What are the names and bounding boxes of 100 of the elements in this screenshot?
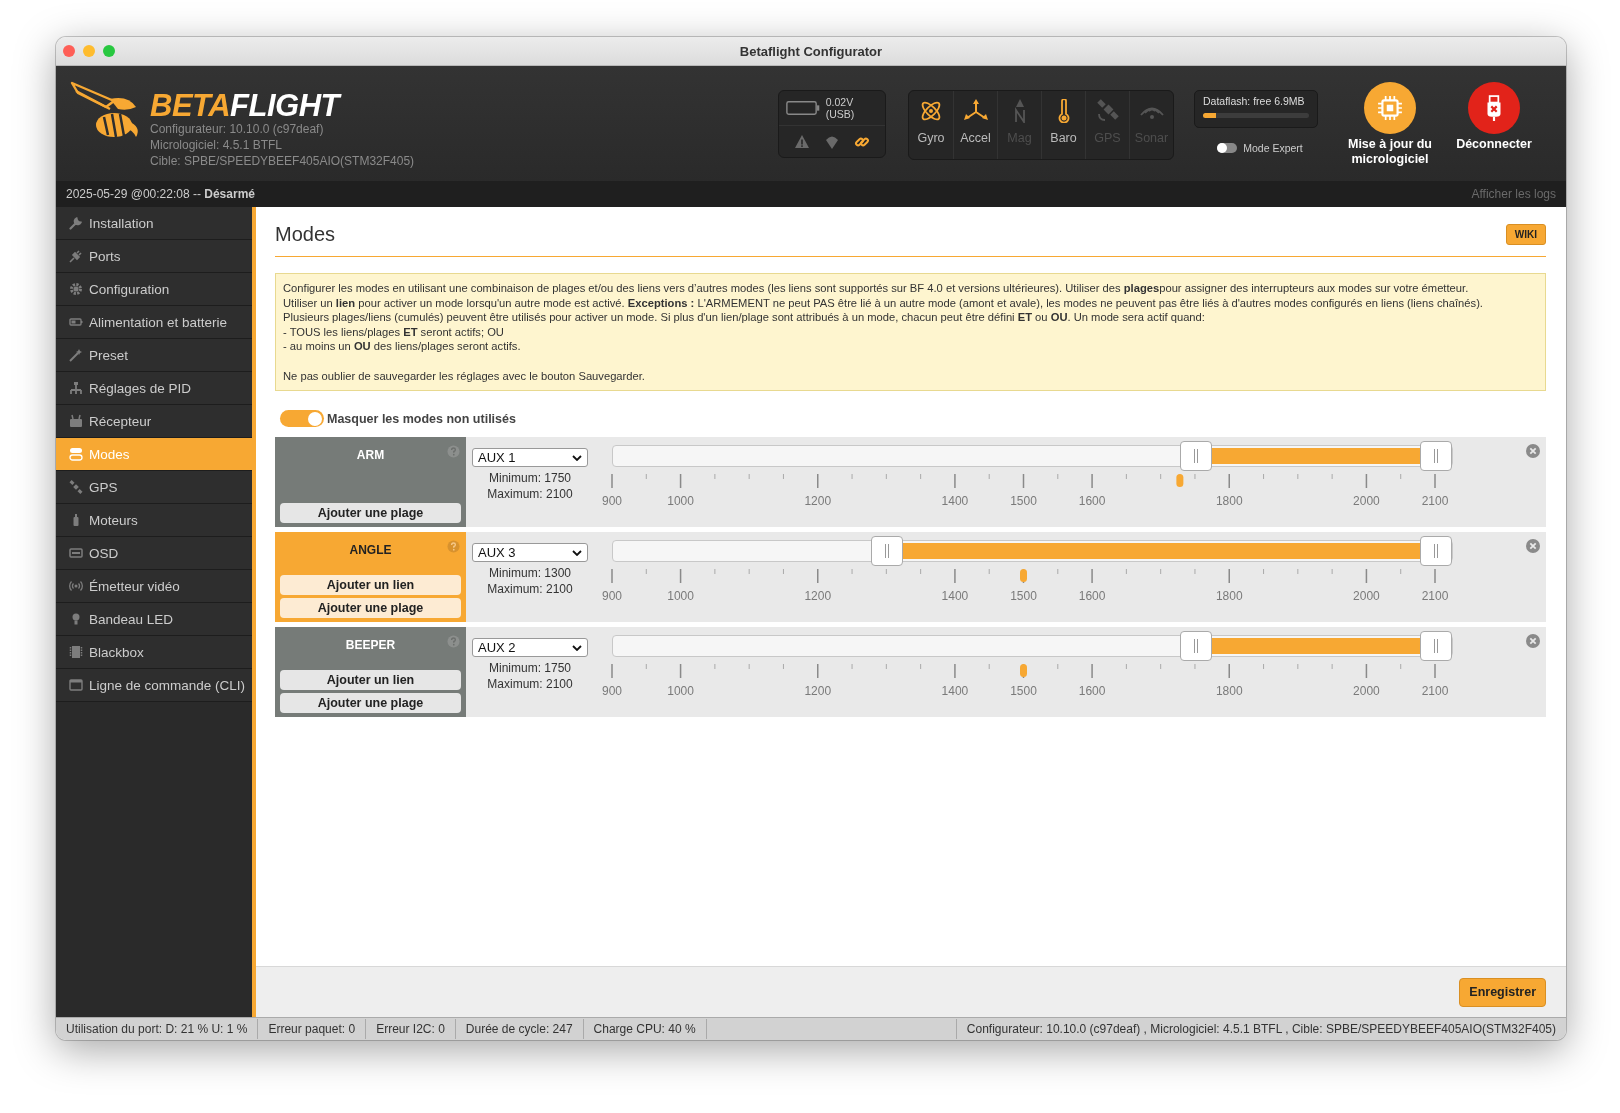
help-icon[interactable] xyxy=(447,635,460,649)
window-title: Betaflight Configurator xyxy=(739,43,883,59)
scale-label: 2000 xyxy=(1353,589,1380,604)
notice-text: Ne pas oublier de sauvegarder les réglages avec le bouton Sauvegarder. xyxy=(283,368,646,384)
hide-unused-switch[interactable] xyxy=(280,410,324,428)
scale-label: 1000 xyxy=(667,589,694,604)
sidebar-item[interactable]: Blackbox xyxy=(56,636,252,669)
channel-select[interactable]: AUX 1 xyxy=(472,448,588,468)
scale-label: 2100 xyxy=(1421,589,1449,604)
wiki-button[interactable]: WIKI xyxy=(1505,223,1546,245)
sidebar-item[interactable]: Installation xyxy=(56,207,252,240)
scale-label: 1800 xyxy=(1215,684,1243,699)
close-window-button[interactable] xyxy=(63,45,75,57)
close-icon[interactable] xyxy=(1526,634,1540,649)
scale-label: 1800 xyxy=(1215,494,1243,509)
scale-label: 2100 xyxy=(1421,684,1449,699)
version-status: Configurateur: 10.10.0 (c97deaf) , Micrologiciel: 4.5.1 BTFL , Cible: SPBE/SPEEDYBEEF405AIO(STM32F405) xyxy=(955,1019,1566,1039)
range-handle[interactable] xyxy=(1179,441,1212,472)
range-handle[interactable] xyxy=(871,536,904,567)
range-handle[interactable] xyxy=(1420,441,1452,472)
help-icon[interactable] xyxy=(447,540,460,554)
sidebar-item[interactable]: Moteurs xyxy=(56,504,252,537)
zoom-window-button[interactable] xyxy=(103,45,115,57)
status-item: Erreur I2C: 0 xyxy=(366,1019,456,1039)
version-info: Cible: SPBE/SPEEDYBEEF405AIO(STM32F405) xyxy=(150,153,415,169)
add-button[interactable]: Ajouter une plage xyxy=(280,503,461,524)
scale-label: 1500 xyxy=(1010,589,1037,604)
toggle-icon xyxy=(69,447,83,461)
add-button[interactable]: Ajouter un lien xyxy=(280,575,461,596)
scale-label: 1400 xyxy=(941,684,969,699)
add-button[interactable]: Ajouter une plage xyxy=(280,693,461,714)
disconnect-button[interactable]: Déconnecter xyxy=(1446,82,1542,152)
range-maximum: Maximum: 2100 xyxy=(486,676,574,693)
scale-label: 1200 xyxy=(804,494,832,509)
channel-select[interactable]: AUX 2 xyxy=(472,638,588,658)
sensor-indicator: Baro xyxy=(1041,91,1085,159)
chip-icon xyxy=(1377,95,1403,121)
notice-text: Configurer les modes en utilisant une combinaison de plages et/ou des liens vers d’autres modes (les liens sont supportés sur BF 4.0 et versions ultérieures). Utiliser des plagespour assigner des interrupteurs aux modes sur votre émetteur. xyxy=(283,281,1470,296)
notice-text: Plusieurs plages/liens (cumulés) peuvent être utilisés pour activer un mode. Si plus d'un lien/plage sont attribués à un mode, chacun peut être défini ET ou OU. Un mode sera actif quand: xyxy=(283,310,1206,325)
help-icon[interactable] xyxy=(447,445,460,459)
notice-text: Utiliser un lien pour activer un mode lorsqu'un autre mode est activé. Exceptions : L'ARMEMENT ne peut PAS être lié à un autre mode (amont et avale), les modes ne peuvent pas être liés à d'autres modes configurés en liens (liens chaînés). xyxy=(283,295,1484,311)
sidebar-item[interactable]: Ligne de commande (CLI) xyxy=(56,669,252,702)
battery-icon xyxy=(786,100,820,116)
save-button[interactable]: Enregistrer xyxy=(1459,977,1546,1007)
range-handle[interactable] xyxy=(1179,631,1212,662)
sidebar-item[interactable]: Ports xyxy=(56,240,252,273)
sensor-indicator: Accel xyxy=(953,91,997,159)
mode-name: ANGLE xyxy=(349,543,392,558)
scale-label: 1000 xyxy=(667,684,694,699)
range-maximum: Maximum: 2100 xyxy=(486,486,574,503)
sidebar-item[interactable]: Configuration xyxy=(56,273,252,306)
scale-label: 900 xyxy=(602,589,622,604)
scale-label: 1600 xyxy=(1078,589,1106,604)
scale-label: 2000 xyxy=(1353,684,1380,699)
scale-label: 900 xyxy=(602,494,622,509)
gear-icon xyxy=(69,282,83,296)
dataflash-label: Dataflash: free 6.9MB xyxy=(1203,95,1306,107)
scale-label: 1200 xyxy=(804,589,832,604)
page-title: Modes xyxy=(275,222,336,246)
sidebar-item[interactable]: GPS xyxy=(56,471,252,504)
close-icon[interactable] xyxy=(1526,444,1540,459)
mode-name: ARM xyxy=(356,448,385,463)
antenna-icon xyxy=(69,579,83,593)
add-button[interactable]: Ajouter une plage xyxy=(280,598,461,619)
expert-mode-switch[interactable] xyxy=(1217,143,1238,153)
sidebar-item[interactable]: Alimentation et batterie xyxy=(56,306,252,339)
add-button[interactable]: Ajouter un lien xyxy=(280,670,461,691)
sidebar-item[interactable]: Bandeau LED xyxy=(56,603,252,636)
logo-wordmark: BETAFLIGHT xyxy=(150,91,415,121)
status-item: Charge CPU: 40 % xyxy=(583,1019,707,1039)
hide-unused-label: Masquer les modes non utilisés xyxy=(327,411,516,426)
scale-label: 1500 xyxy=(1010,684,1037,699)
arming-status: 2025-05-29 @00:22:08 -- Désarmé xyxy=(66,187,255,201)
expert-mode-label: Mode Expert xyxy=(1243,142,1303,154)
sidebar-item[interactable]: Réglages de PID xyxy=(56,372,252,405)
close-icon[interactable] xyxy=(1526,539,1540,554)
scale-label: 1600 xyxy=(1078,684,1106,699)
atom-icon xyxy=(919,99,943,123)
sidebar-item[interactable]: Récepteur xyxy=(56,405,252,438)
sidebar-item[interactable]: Émetteur vidéo xyxy=(56,570,252,603)
scale-label: 1500 xyxy=(1010,494,1037,509)
film-icon xyxy=(69,645,83,659)
range-handle[interactable] xyxy=(1420,536,1452,567)
sidebar-item[interactable]: Preset xyxy=(56,339,252,372)
sliders-icon xyxy=(69,381,83,395)
firmware-update-button[interactable]: Mise à jour du micrologiciel xyxy=(1334,82,1446,167)
range-handle[interactable] xyxy=(1420,631,1452,662)
satellite-icon xyxy=(1095,99,1120,123)
status-item: Erreur paquet: 0 xyxy=(258,1019,367,1039)
range-minimum: Minimum: 1750 xyxy=(488,471,572,487)
channel-select[interactable]: AUX 3 xyxy=(472,543,588,563)
sidebar-item[interactable]: OSD xyxy=(56,537,252,570)
status-item: Utilisation du port: D: 21 % U: 1 % xyxy=(56,1019,259,1039)
scale-label: 1800 xyxy=(1215,589,1243,604)
mode-name: BEEPER xyxy=(345,638,396,653)
chevron-icon xyxy=(572,549,582,556)
range-minimum: Minimum: 1750 xyxy=(488,661,572,677)
receiver-icon xyxy=(69,414,83,428)
screen-icon xyxy=(69,546,83,560)
plug-icon xyxy=(69,249,83,263)
